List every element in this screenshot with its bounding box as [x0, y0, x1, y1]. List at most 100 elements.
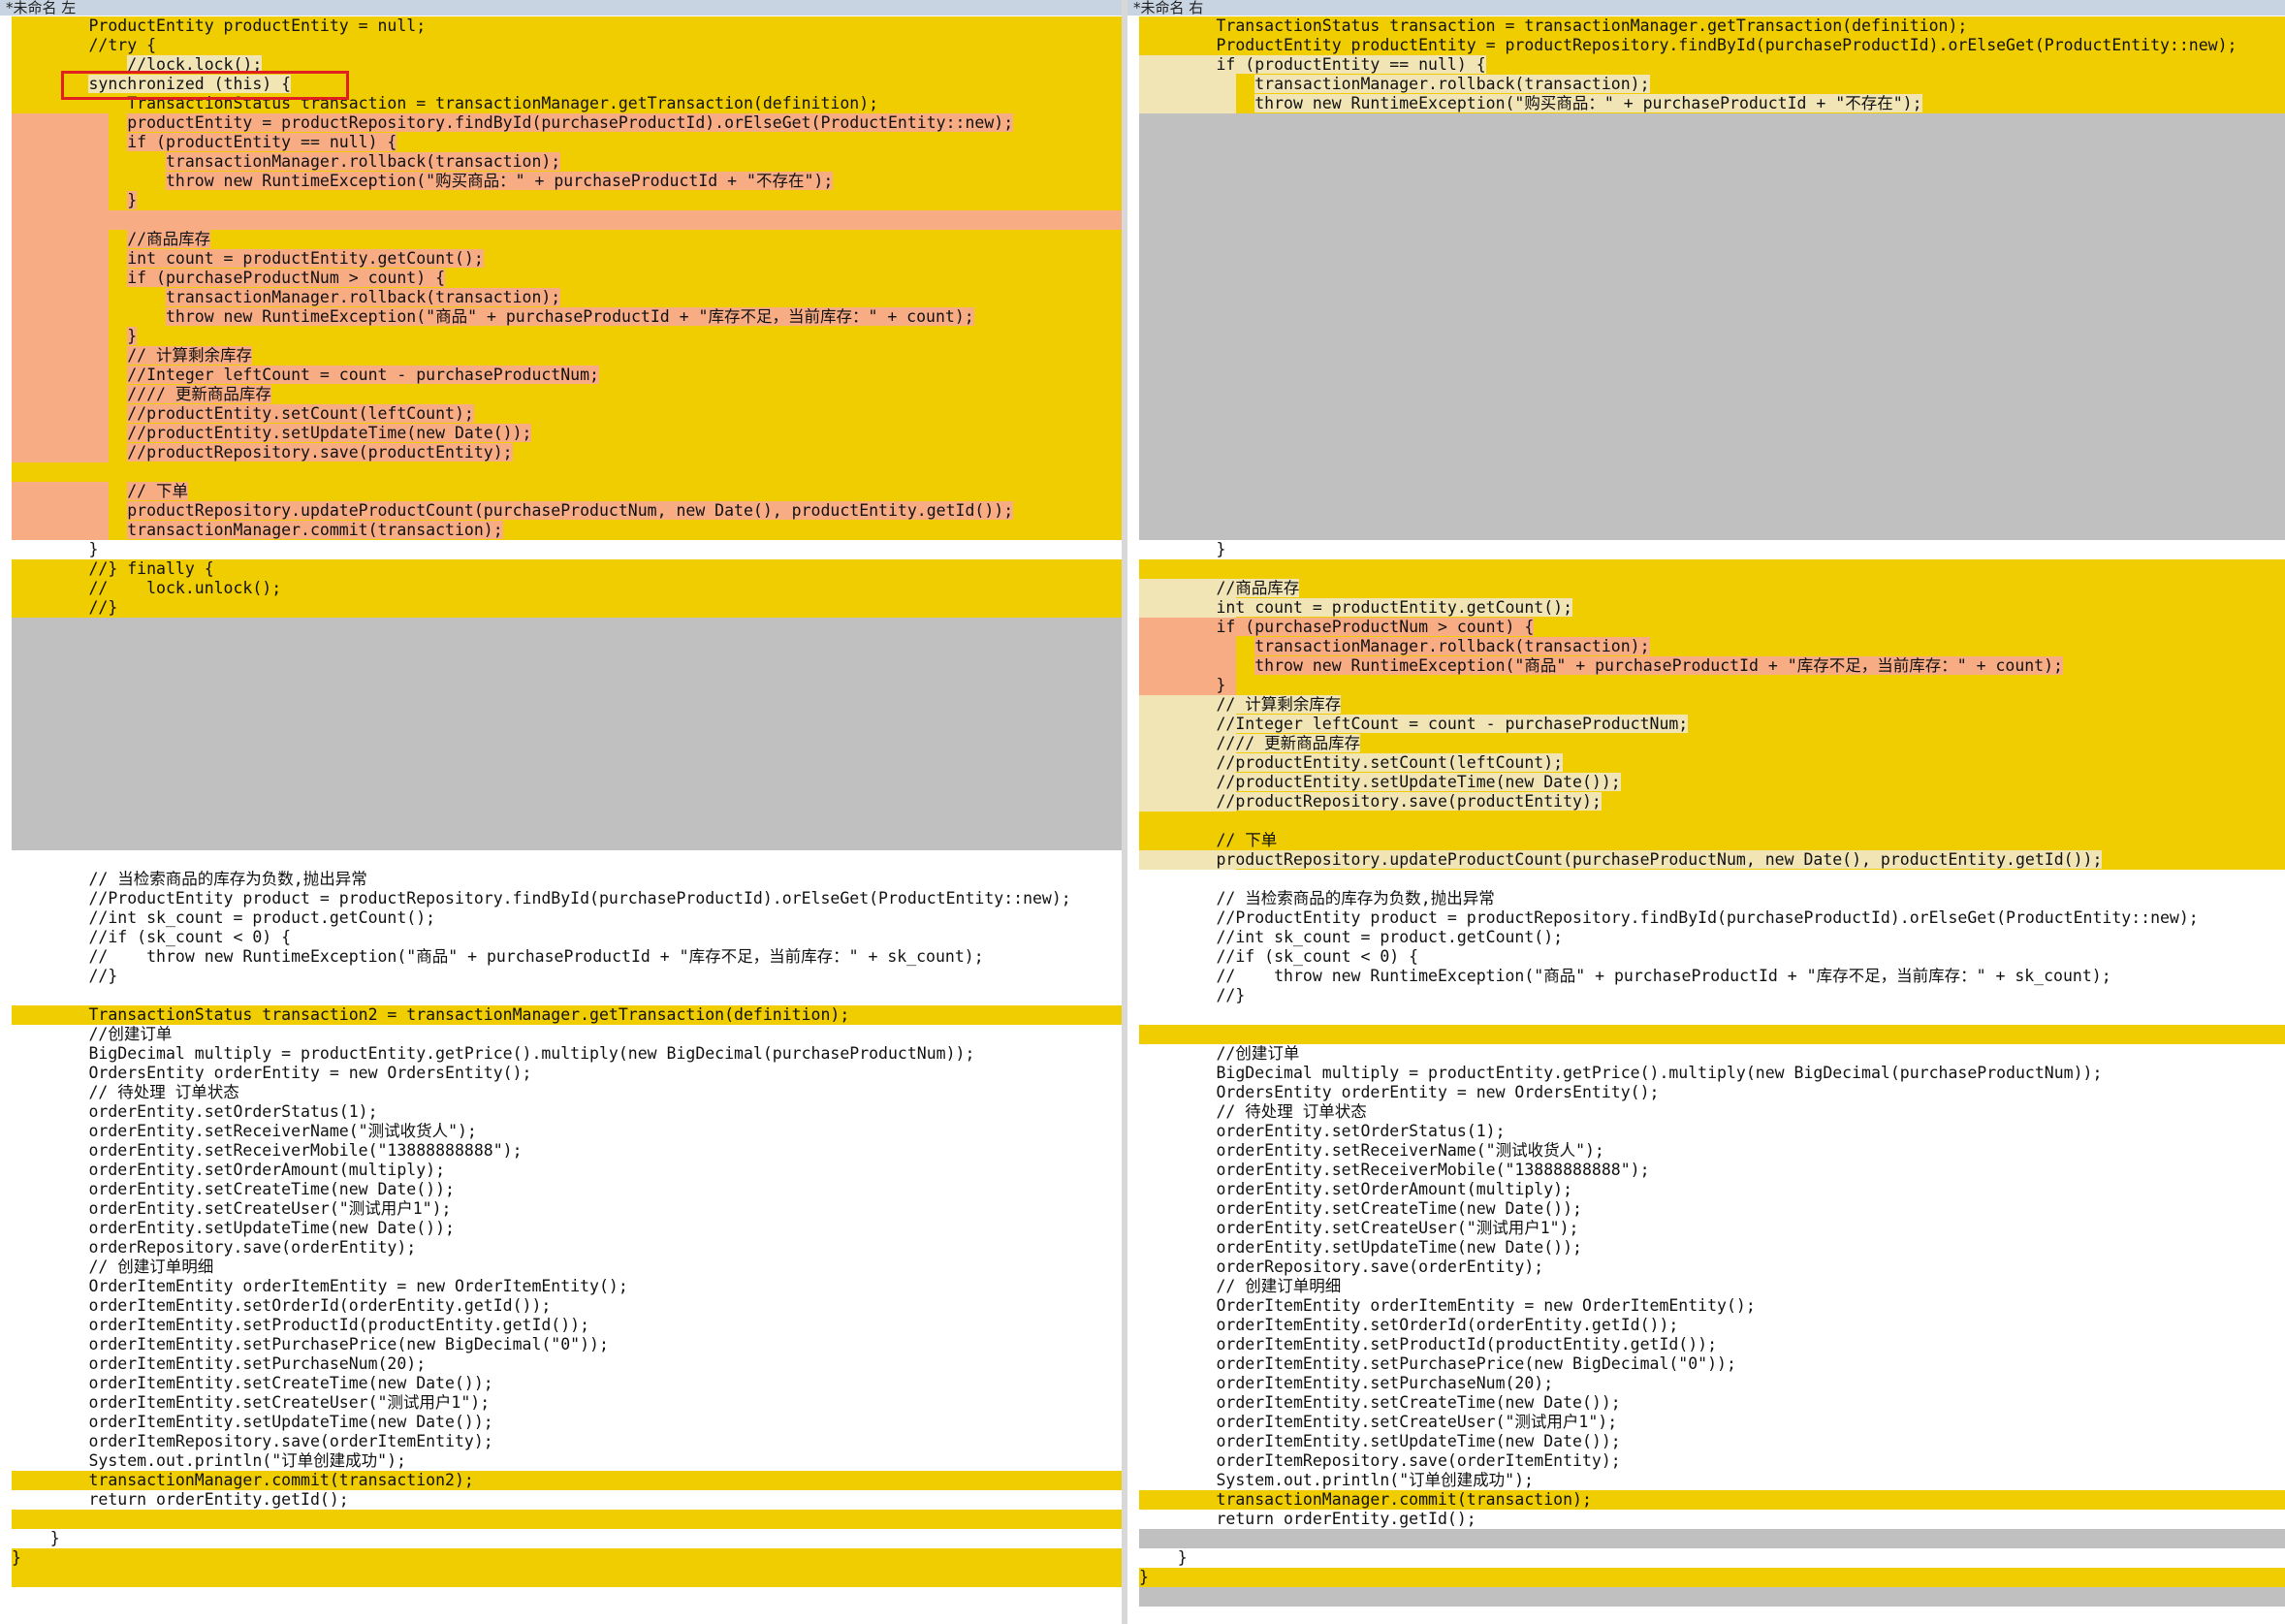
code-line	[12, 676, 1122, 695]
code-text: orderItemEntity.setProductId(productEnti…	[1216, 1335, 1718, 1353]
code-line: orderItemEntity.setCreateUser("测试用户1");	[12, 1393, 1122, 1413]
code-text: //Integer leftCount = count - purchasePr…	[127, 366, 599, 384]
code-text: orderItemEntity.setUpdateTime(new Date()…	[1216, 1432, 1621, 1450]
code-text: //productEntity.setCount(leftCount);	[1216, 753, 1564, 772]
code-text: orderItemEntity.setCreateTime(new Date()…	[1216, 1393, 1621, 1412]
code-line: }	[1139, 1568, 2285, 1587]
code-text: // throw new RuntimeException("商品" + pur…	[88, 947, 984, 966]
code-line: // 待处理 订单状态	[12, 1083, 1122, 1102]
code-text: BigDecimal multiply = productEntity.getP…	[88, 1044, 975, 1063]
code-line: BigDecimal multiply = productEntity.getP…	[1139, 1064, 2285, 1083]
code-line: // 下单	[1139, 831, 2285, 850]
code-text: BigDecimal multiply = productEntity.getP…	[1216, 1064, 2103, 1082]
code-text: //productRepository.save(productEntity);	[1216, 792, 1602, 811]
code-text: //商品库存	[1216, 579, 1300, 597]
code-text: //productEntity.setUpdateTime(new Date()…	[127, 424, 532, 442]
code-text: orderEntity.setCreateTime(new Date());	[88, 1180, 455, 1198]
code-line: // 创建订单明细	[1139, 1277, 2285, 1296]
code-line: orderItemEntity.setProductId(productEnti…	[1139, 1335, 2285, 1354]
right-diff-pane[interactable]: *未命名 右 TransactionStatus transaction = t…	[1127, 0, 2285, 1624]
code-line	[1139, 443, 2285, 462]
code-text: //Integer leftCount = count - purchasePr…	[1216, 715, 1689, 733]
code-line: orderItemEntity.setCreateTime(new Date()…	[1139, 1393, 2285, 1413]
code-text: int count = productEntity.getCount();	[1216, 598, 1573, 617]
code-line: //if (sk_count < 0) {	[1139, 947, 2285, 967]
code-text: //int sk_count = product.getCount();	[88, 908, 436, 927]
code-line: //}	[12, 598, 1122, 618]
code-line: // 计算剩余库存	[12, 346, 1122, 366]
left-code-area[interactable]: ProductEntity productEntity = null; //tr…	[12, 16, 1122, 1624]
code-text: orderItemEntity.setOrderId(orderEntity.g…	[88, 1296, 552, 1315]
code-line: }	[12, 1529, 1122, 1548]
code-line: }	[1139, 676, 2285, 695]
code-text: //int sk_count = product.getCount();	[1216, 928, 1564, 946]
code-line: orderItemEntity.setCreateTime(new Date()…	[12, 1374, 1122, 1393]
right-code-area[interactable]: TransactionStatus transaction = transact…	[1139, 16, 2285, 1624]
code-text: transactionManager.rollback(transaction)…	[165, 152, 561, 171]
code-text: orderEntity.setReceiverName("测试收货人");	[1216, 1141, 1604, 1160]
code-text: orderEntity.setOrderStatus(1);	[88, 1102, 378, 1121]
code-line: transactionManager.rollback(transaction)…	[1139, 75, 2285, 94]
code-text: TransactionStatus transaction2 = transac…	[88, 1005, 850, 1024]
code-text: }	[1139, 1568, 1149, 1586]
code-text: OrdersEntity orderEntity = new OrdersEnt…	[1216, 1083, 1660, 1101]
right-gutter	[1127, 16, 1139, 1624]
code-line	[12, 986, 1122, 1005]
code-line: productRepository.updateProductCount(pur…	[12, 501, 1122, 521]
code-line: orderEntity.setOrderAmount(multiply);	[1139, 1180, 2285, 1199]
code-line: productRepository.updateProductCount(pur…	[1139, 850, 2285, 870]
code-line	[1139, 482, 2285, 501]
code-line: //productEntity.setCount(leftCount);	[1139, 753, 2285, 773]
code-text: // 当检索商品的库存为负数,抛出异常	[1216, 889, 1495, 908]
code-text: // throw new RuntimeException("商品" + pur…	[1216, 967, 2111, 985]
code-line: // lock.unlock();	[12, 579, 1122, 598]
code-line: //ProductEntity product = productReposit…	[1139, 908, 2285, 928]
code-text: throw new RuntimeException("商品" + purcha…	[165, 307, 974, 326]
code-line: throw new RuntimeException("商品" + purcha…	[1139, 656, 2285, 676]
code-text: }	[127, 327, 138, 345]
code-text: orderItemEntity.setCreateTime(new Date()…	[88, 1374, 493, 1392]
synchronized-callout-box	[61, 71, 349, 100]
code-line: System.out.println("订单创建成功");	[1139, 1471, 2285, 1490]
code-text: orderEntity.setOrderAmount(multiply);	[88, 1161, 446, 1179]
code-text: return orderEntity.getId();	[1216, 1510, 1476, 1528]
code-text: orderEntity.setCreateUser("测试用户1");	[88, 1199, 452, 1218]
code-line: orderItemEntity.setProductId(productEnti…	[12, 1316, 1122, 1335]
code-line	[1139, 366, 2285, 385]
code-text: productRepository.updateProductCount(pur…	[127, 501, 1014, 520]
code-line: //productEntity.setUpdateTime(new Date()…	[1139, 773, 2285, 792]
left-diff-pane[interactable]: *未命名 左 ProductEntity productEntity = nul…	[0, 0, 1122, 1624]
code-line	[1139, 249, 2285, 269]
code-text: productEntity = productRepository.findBy…	[127, 113, 1014, 132]
code-line: // 下单	[12, 482, 1122, 501]
code-text: //ProductEntity product = productReposit…	[88, 889, 1071, 908]
code-line: ProductEntity productEntity = null;	[12, 16, 1122, 36]
code-text: orderItemEntity.setUpdateTime(new Date()…	[88, 1413, 493, 1431]
code-line: }	[1139, 540, 2285, 559]
code-text: }	[12, 1548, 21, 1567]
code-line: System.out.println("订单创建成功");	[12, 1451, 1122, 1471]
code-text: orderItemEntity.setPurchaseNum(20);	[1216, 1374, 1554, 1392]
code-text: int count = productEntity.getCount();	[127, 249, 484, 268]
code-line	[1139, 462, 2285, 482]
code-text: }	[1216, 676, 1226, 694]
code-line	[1139, 424, 2285, 443]
code-line: orderItemRepository.save(orderItemEntity…	[1139, 1451, 2285, 1471]
code-line: orderItemEntity.setOrderId(orderEntity.g…	[1139, 1316, 2285, 1335]
code-text: //ProductEntity product = productReposit…	[1216, 908, 2199, 927]
code-text: orderEntity.setCreateUser("测试用户1");	[1216, 1219, 1579, 1237]
code-line	[1139, 385, 2285, 404]
code-line: int count = productEntity.getCount();	[12, 249, 1122, 269]
code-line: //// 更新商品库存	[12, 385, 1122, 404]
code-line	[1139, 870, 2285, 889]
code-line	[12, 462, 1122, 482]
right-pane-title: *未命名 右	[1127, 0, 2285, 16]
code-text: orderEntity.setOrderAmount(multiply);	[1216, 1180, 1573, 1198]
code-line: return orderEntity.getId();	[1139, 1510, 2285, 1529]
code-line: orderEntity.setReceiverMobile("138888888…	[12, 1141, 1122, 1161]
code-line: throw new RuntimeException("商品" + purcha…	[12, 307, 1122, 327]
code-text: throw new RuntimeException("购买商品：" + pur…	[165, 172, 834, 190]
code-line: orderRepository.save(orderEntity);	[12, 1238, 1122, 1258]
code-line: //int sk_count = product.getCount();	[1139, 928, 2285, 947]
code-line: orderEntity.setUpdateTime(new Date());	[12, 1219, 1122, 1238]
